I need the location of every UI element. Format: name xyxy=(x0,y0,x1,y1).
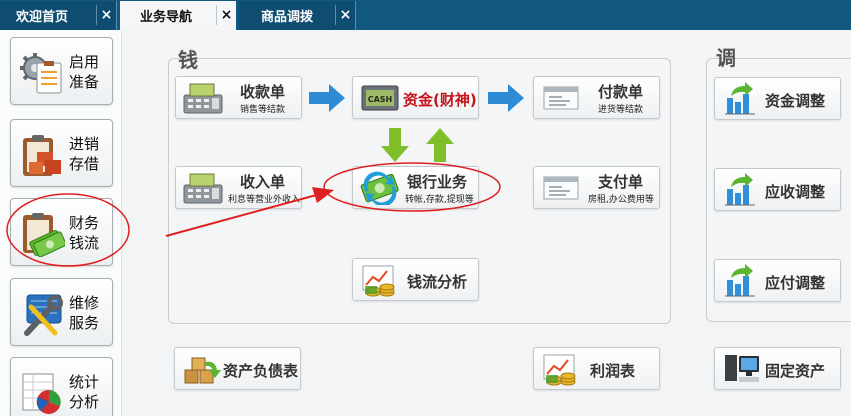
sidebar-item-inventory[interactable]: 进销 存借 xyxy=(10,119,113,187)
pie-chart-icon xyxy=(19,370,65,416)
payment-button[interactable]: 付款单 进货等结款 xyxy=(533,76,660,119)
bank-subtitle: 转帐,存款,提现等 xyxy=(405,195,474,205)
close-icon[interactable]: × xyxy=(96,5,116,25)
payable-adjust-title: 应付调整 xyxy=(765,274,826,292)
close-icon[interactable]: × xyxy=(335,5,355,25)
receipt-subtitle: 销售等结款 xyxy=(240,105,286,115)
tab-label: 业务导航 xyxy=(140,10,193,25)
income-button[interactable]: 收入单 利息等营业外收入 xyxy=(175,166,302,209)
payment-title: 付款单 xyxy=(598,83,644,101)
tab-welcome[interactable]: 欢迎首页 × xyxy=(0,1,117,30)
funds-adjust-button[interactable]: 资金调整 xyxy=(714,77,841,120)
tab-transfer[interactable]: 商品调拨 × xyxy=(239,1,356,30)
bank-button[interactable]: 银行业务 转帐,存款,提现等 xyxy=(352,166,479,209)
income-title: 收入单 xyxy=(240,173,286,191)
sidebar-item-finance[interactable]: 财务 钱流 xyxy=(10,198,113,266)
close-icon[interactable]: × xyxy=(216,5,236,25)
funds-button[interactable]: CASH 资金(财神) xyxy=(352,76,479,119)
tab-label: 商品调拨 xyxy=(261,10,314,25)
receipt-title: 收款单 xyxy=(240,83,286,101)
profit-title: 利润表 xyxy=(590,362,636,380)
expense-button[interactable]: 支付单 房租,办公费用等 xyxy=(533,166,660,209)
sidebar-item-label: 进销 存借 xyxy=(69,135,100,173)
receipt-button[interactable]: 收款单 销售等结款 xyxy=(175,76,302,119)
adjust-panel-title: 调 xyxy=(716,46,736,70)
sidebar-item-label: 启用 准备 xyxy=(69,53,100,91)
svg-text:CASH: CASH xyxy=(368,95,393,104)
sidebar: 启用 准备 进销 存借 财务 钱流 维修 服务 统计 分析 xyxy=(0,30,122,416)
coins-chart-icon xyxy=(540,352,582,386)
sidebar-item-repair[interactable]: 维修 服务 xyxy=(10,278,113,346)
payable-adjust-button[interactable]: 应付调整 xyxy=(714,259,841,302)
expense-subtitle: 房租,办公费用等 xyxy=(588,195,654,205)
fixed-assets-title: 固定资产 xyxy=(765,362,826,380)
money-exchange-icon xyxy=(359,171,401,205)
tab-bar: 欢迎首页 × 业务导航 × 商品调拨 × xyxy=(0,0,851,30)
bar-chart-arrow-icon xyxy=(721,173,763,207)
gear-clipboard-icon xyxy=(19,50,65,96)
expense-title: 支付单 xyxy=(598,173,644,191)
sidebar-item-label: 财务 钱流 xyxy=(69,214,100,252)
funds-adjust-title: 资金调整 xyxy=(765,92,826,110)
cash-register-icon xyxy=(182,171,224,205)
receivable-adjust-button[interactable]: 应收调整 xyxy=(714,168,841,211)
bank-title: 银行业务 xyxy=(407,173,468,191)
money-panel-title: 钱 xyxy=(178,48,198,72)
sidebar-item-setup[interactable]: 启用 准备 xyxy=(10,37,113,105)
receivable-adjust-title: 应收调整 xyxy=(765,183,826,201)
cashflow-button[interactable]: 钱流分析 xyxy=(352,258,479,301)
sidebar-item-label: 统计 分析 xyxy=(69,373,100,411)
boxes-clipboard-icon xyxy=(19,132,65,178)
receipt-icon xyxy=(540,81,582,115)
fixed-assets-button[interactable]: 固定资产 xyxy=(714,347,841,390)
tab-label: 欢迎首页 xyxy=(16,10,69,25)
tab-business-nav[interactable]: 业务导航 × xyxy=(120,1,236,30)
cash-register-icon xyxy=(182,81,224,115)
tools-icon xyxy=(19,291,65,337)
receipt-icon xyxy=(540,171,582,205)
boxes-arrow-icon xyxy=(181,352,223,386)
sidebar-item-stats[interactable]: 统计 分析 xyxy=(10,357,113,416)
payment-subtitle: 进货等结款 xyxy=(598,105,644,115)
bar-chart-arrow-icon xyxy=(721,264,763,298)
cashflow-title: 钱流分析 xyxy=(407,273,468,291)
income-subtitle: 利息等营业外收入 xyxy=(228,195,301,205)
balance-sheet-title: 资产负债表 xyxy=(223,362,299,380)
funds-title: 资金(财神) xyxy=(403,91,477,109)
money-clipboard-icon xyxy=(19,211,65,257)
cash-box-icon: CASH xyxy=(359,81,401,115)
profit-button[interactable]: 利润表 xyxy=(533,347,660,390)
sidebar-item-label: 维修 服务 xyxy=(69,294,100,332)
coins-chart-icon xyxy=(359,263,401,297)
computer-icon xyxy=(721,352,763,386)
balance-sheet-button[interactable]: 资产负债表 xyxy=(174,347,301,390)
bar-chart-arrow-icon xyxy=(721,82,763,116)
